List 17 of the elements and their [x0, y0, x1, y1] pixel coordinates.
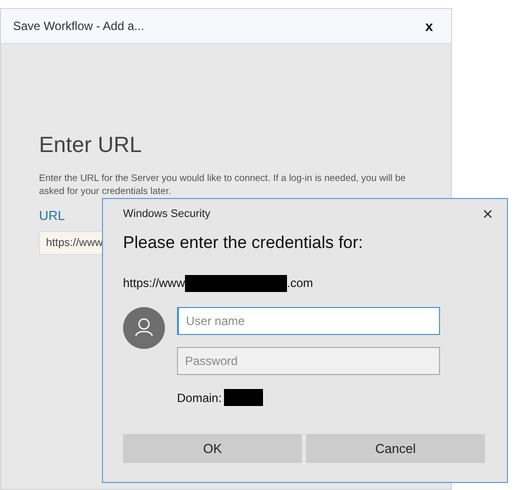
username-field[interactable]: User name — [177, 307, 440, 335]
dialog-heading: Please enter the credentials for: — [123, 233, 364, 253]
window-title: Save Workflow - Add a... — [13, 19, 144, 33]
url-label: URL — [39, 208, 66, 223]
user-avatar-icon — [123, 307, 165, 349]
ok-button[interactable]: OK — [123, 434, 302, 463]
cancel-button[interactable]: Cancel — [306, 434, 485, 463]
redaction-bar — [224, 389, 263, 406]
page-heading: Enter URL — [39, 132, 142, 158]
server-url-text: .com — [287, 276, 314, 290]
close-button[interactable]: × — [482, 205, 493, 223]
dialog-title: Windows Security — [123, 208, 210, 220]
close-button[interactable]: x — [421, 18, 437, 34]
domain-label: Domain: — [177, 390, 222, 404]
server-url-text: https://www — [123, 276, 186, 290]
password-field[interactable]: Password — [177, 347, 440, 375]
description-text: Enter the URL for the Server you would like to connect. If a log-in is needed, you will be asked for your credentials later. — [39, 172, 407, 198]
